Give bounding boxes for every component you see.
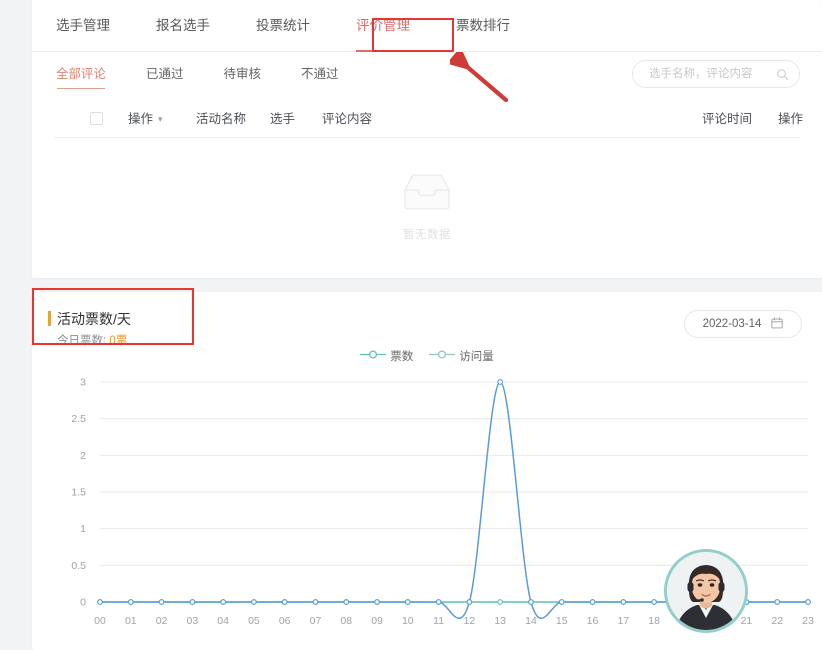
x-axis-tick-label: 09	[371, 615, 383, 627]
x-axis-tick-label: 23	[802, 615, 814, 627]
data-point[interactable]	[281, 599, 288, 605]
x-axis-tick-label: 15	[556, 615, 568, 627]
empty-state: 暂无数据	[32, 138, 822, 273]
x-axis-tick-label: 12	[464, 615, 476, 627]
comment-filter-bar: 全部评论 已通过 待审核 不通过	[32, 52, 822, 100]
calendar-icon[interactable]	[771, 316, 783, 332]
x-axis-tick-label: 17	[617, 615, 629, 627]
x-axis-tick-label: 22	[771, 615, 783, 627]
legend-marker-votes-icon	[360, 349, 387, 363]
subtab-all-comments[interactable]: 全部评论	[56, 63, 106, 89]
legend-item-votes[interactable]: 票数	[360, 348, 413, 364]
legend-item-visits[interactable]: 访问量	[429, 348, 494, 364]
search-icon[interactable]	[776, 68, 789, 81]
data-point[interactable]	[343, 599, 350, 605]
legend-label-votes: 票数	[390, 351, 414, 363]
data-point[interactable]	[127, 599, 134, 605]
tab-vote-statistics[interactable]: 投票统计	[256, 1, 310, 51]
data-point[interactable]	[435, 599, 442, 605]
y-axis-tick-label: 0.5	[71, 560, 86, 572]
x-axis-tick-label: 11	[433, 615, 444, 627]
column-header-activity-name: 活动名称	[196, 112, 247, 126]
subtab-pending-review[interactable]: 待审核	[224, 63, 262, 89]
x-axis-tick-label: 08	[340, 615, 352, 627]
legend-marker-visits-icon	[429, 349, 456, 363]
data-point[interactable]	[466, 599, 473, 605]
subtab-rejected[interactable]: 不通过	[301, 63, 339, 89]
x-axis-tick-label: 14	[525, 615, 537, 627]
y-axis-tick-label: 0	[80, 597, 86, 609]
data-point[interactable]	[558, 599, 565, 605]
data-point[interactable]	[651, 599, 657, 605]
data-point[interactable]	[312, 599, 319, 605]
today-votes-label: 今日票数:	[57, 335, 107, 347]
column-header-action-right: 操作	[778, 112, 804, 126]
y-axis-tick-label: 3	[80, 377, 86, 389]
date-picker[interactable]: 2022-03-14	[684, 310, 802, 338]
column-header-action-left[interactable]: 操作 ▾	[128, 100, 163, 139]
comment-management-card: 选手管理 报名选手 投票统计 评价管理 票数排行 全部评论 已通过 待审核 不通…	[32, 0, 822, 278]
search-input[interactable]	[647, 67, 776, 81]
comment-filter-tabs: 全部评论 已通过 待审核 不通过	[56, 63, 379, 89]
data-point[interactable]	[251, 599, 257, 605]
data-point[interactable]	[805, 599, 811, 605]
page-root: 选手管理 报名选手 投票统计 评价管理 票数排行 全部评论 已通过 待审核 不通…	[0, 0, 822, 650]
data-point[interactable]	[774, 599, 781, 605]
x-axis-tick-label: 18	[648, 615, 660, 627]
x-axis-tick-label: 02	[156, 615, 168, 627]
column-header-comment-content: 评论内容	[322, 112, 373, 126]
x-axis-tick-label: 16	[587, 615, 599, 627]
x-axis-tick-label: 04	[217, 615, 229, 627]
date-picker-value: 2022-03-14	[702, 318, 762, 330]
tab-vote-ranking[interactable]: 票数排行	[456, 1, 510, 51]
data-point[interactable]	[158, 599, 165, 605]
y-axis-tick-label: 1	[80, 523, 86, 535]
tab-evaluation-management[interactable]: 评价管理	[356, 1, 410, 52]
search-box[interactable]	[632, 60, 800, 88]
main-tab-bar: 选手管理 报名选手 投票统计 评价管理 票数排行	[32, 0, 822, 52]
column-header-comment-time: 评论时间	[702, 112, 753, 126]
data-point[interactable]	[497, 599, 504, 605]
x-axis-tick-label: 00	[94, 615, 106, 627]
data-point[interactable]	[97, 599, 103, 605]
x-axis-tick-label: 01	[125, 615, 137, 627]
today-votes-unit: 票	[115, 335, 128, 347]
data-point[interactable]	[497, 379, 504, 385]
chart-legend: 票数 访问量	[32, 348, 822, 364]
x-axis-tick-label: 13	[494, 615, 506, 627]
data-point[interactable]	[620, 599, 627, 605]
chevron-down-icon[interactable]: ▾	[158, 100, 163, 138]
x-axis-tick-label: 21	[741, 615, 753, 627]
comment-table-header: 操作 ▾ 活动名称 选手 评论内容 评论时间 操作	[54, 100, 804, 139]
tab-registered-contestants[interactable]: 报名选手	[156, 1, 210, 51]
y-axis-tick-label: 2.5	[71, 413, 86, 425]
data-point[interactable]	[374, 599, 380, 605]
x-axis-tick-label: 07	[310, 615, 322, 627]
subtab-approved[interactable]: 已通过	[146, 63, 184, 89]
column-header-contestant: 选手	[270, 112, 296, 126]
select-all-checkbox[interactable]	[90, 112, 103, 125]
empty-state-text: 暂无数据	[403, 228, 451, 241]
y-axis-tick-label: 2	[80, 450, 86, 462]
column-header-action-left-label: 操作	[128, 112, 154, 126]
x-axis-tick-label: 05	[248, 615, 260, 627]
data-point[interactable]	[589, 599, 596, 605]
x-axis-tick-label: 06	[279, 615, 291, 627]
data-point[interactable]	[189, 599, 196, 605]
y-axis-tick-label: 1.5	[71, 487, 86, 499]
chart-header: 活动票数/天 今日票数: 0票 2022-03-14	[32, 288, 822, 354]
x-axis-tick-label: 03	[187, 615, 199, 627]
x-axis-tick-label: 10	[402, 615, 414, 627]
data-point[interactable]	[528, 599, 534, 605]
data-point[interactable]	[220, 599, 226, 605]
empty-inbox-icon	[399, 170, 455, 217]
data-point[interactable]	[404, 599, 411, 605]
customer-service-avatar[interactable]	[664, 549, 748, 633]
legend-label-visits: 访问量	[459, 351, 494, 363]
tab-contestant-management[interactable]: 选手管理	[56, 1, 110, 51]
